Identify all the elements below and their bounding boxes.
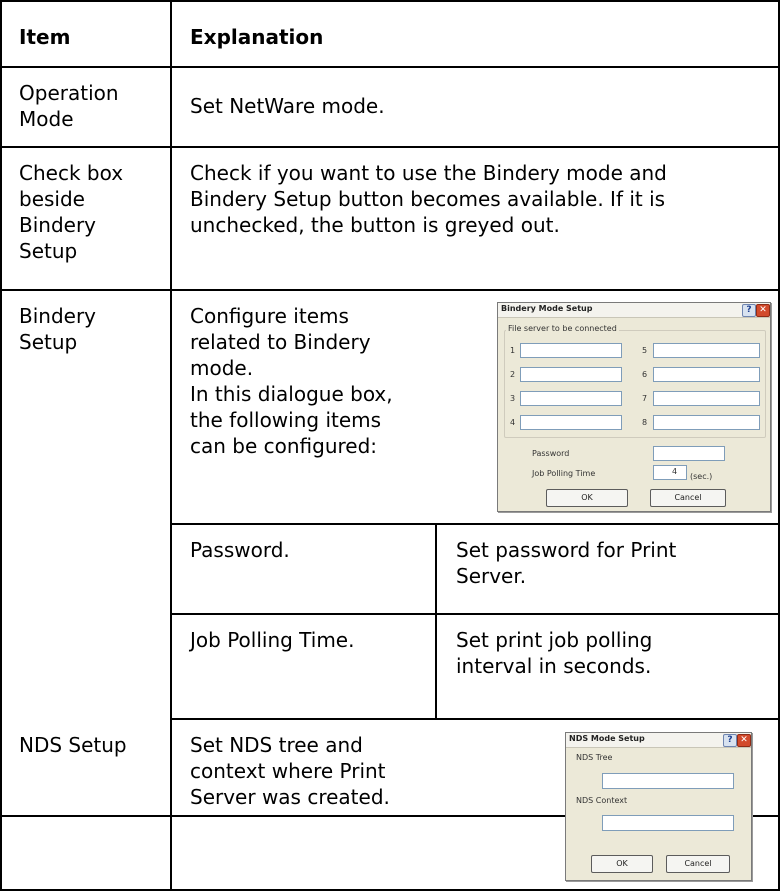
dialog-title: Bindery Mode Setup <box>501 304 593 313</box>
item-checkbox-bindery: Check box beside Bindery Setup <box>19 161 124 263</box>
file-server-field-3[interactable] <box>520 391 622 406</box>
ok-button[interactable]: OK <box>546 489 628 507</box>
file-server-field-8[interactable] <box>653 415 760 430</box>
server-number: 3 <box>510 394 516 403</box>
server-number: 7 <box>642 394 648 403</box>
item-nds-setup: NDS Setup <box>19 733 127 757</box>
job-polling-unit: (sec.) <box>690 472 713 481</box>
file-server-field-4[interactable] <box>520 415 622 430</box>
server-number: 2 <box>510 370 516 379</box>
row-divider <box>0 289 780 291</box>
nds-mode-setup-dialog: NDS Mode Setup ? ✕ NDS Tree NDS Context … <box>565 732 752 881</box>
subrow-divider <box>170 523 780 525</box>
file-server-field-6[interactable] <box>653 367 760 382</box>
item-operation-mode: Operation Mode <box>19 81 119 131</box>
server-number: 5 <box>642 346 648 355</box>
subitem-password: Password. <box>190 538 290 562</box>
ok-button[interactable]: OK <box>591 855 653 873</box>
dialog-titlebar: NDS Mode Setup ? ✕ <box>566 733 751 748</box>
explanation-nds-setup: Set NDS tree and context where Print Ser… <box>190 733 390 809</box>
header-item: Item <box>19 25 71 49</box>
table-border-top <box>0 0 780 2</box>
explanation-checkbox-bindery: Check if you want to use the Bindery mod… <box>190 161 667 237</box>
subexplanation-job-polling: Set print job polling interval in second… <box>456 628 653 678</box>
job-polling-label: Job Polling Time <box>532 469 596 478</box>
file-server-field-5[interactable] <box>653 343 760 358</box>
server-number: 8 <box>642 418 648 427</box>
nds-tree-label: NDS Tree <box>576 753 613 762</box>
password-field[interactable] <box>653 446 725 461</box>
dialog-title: NDS Mode Setup <box>569 734 645 743</box>
nds-tree-field[interactable] <box>602 773 734 789</box>
subcolumn-divider <box>435 523 437 718</box>
column-divider <box>170 0 172 891</box>
close-icon[interactable]: ✕ <box>737 734 751 747</box>
explanation-operation-mode: Set NetWare mode. <box>190 94 385 118</box>
server-number: 6 <box>642 370 648 379</box>
cancel-button[interactable]: Cancel <box>666 855 730 873</box>
file-server-field-2[interactable] <box>520 367 622 382</box>
header-divider <box>0 66 780 68</box>
server-number: 1 <box>510 346 516 355</box>
item-bindery-setup: Bindery Setup <box>19 304 97 354</box>
header-explanation: Explanation <box>190 25 324 49</box>
bindery-mode-setup-dialog: Bindery Mode Setup ? ✕ File server to be… <box>497 302 771 512</box>
dialog-titlebar: Bindery Mode Setup ? ✕ <box>498 303 770 318</box>
help-icon[interactable]: ? <box>723 734 737 747</box>
job-polling-value: 4 <box>672 467 678 476</box>
close-icon[interactable]: ✕ <box>756 304 770 317</box>
cancel-button[interactable]: Cancel <box>650 489 726 507</box>
subitem-job-polling: Job Polling Time. <box>190 628 355 652</box>
nds-context-field[interactable] <box>602 815 734 831</box>
job-polling-field[interactable]: 4 <box>653 465 687 480</box>
subrow-divider <box>170 613 780 615</box>
help-icon[interactable]: ? <box>742 304 756 317</box>
nds-context-label: NDS Context <box>576 796 628 805</box>
subrow-divider <box>170 718 780 720</box>
row-divider <box>0 146 780 148</box>
table-border-left <box>0 0 2 891</box>
server-number: 4 <box>510 418 516 427</box>
subexplanation-password: Set password for Print Server. <box>456 538 677 588</box>
password-label: Password <box>532 449 570 458</box>
file-server-field-7[interactable] <box>653 391 760 406</box>
explanation-bindery-setup: Configure items related to Bindery mode.… <box>190 304 393 458</box>
file-server-group-label: File server to be connected <box>506 324 619 333</box>
file-server-field-1[interactable] <box>520 343 622 358</box>
